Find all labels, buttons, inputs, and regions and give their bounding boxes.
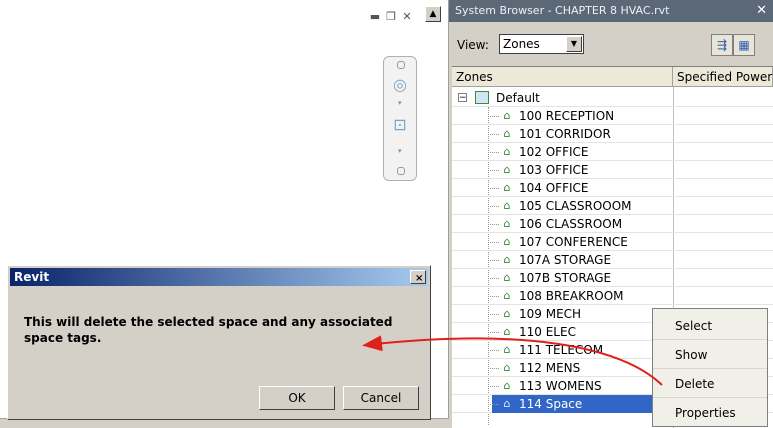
annotation-arrow <box>362 335 663 386</box>
